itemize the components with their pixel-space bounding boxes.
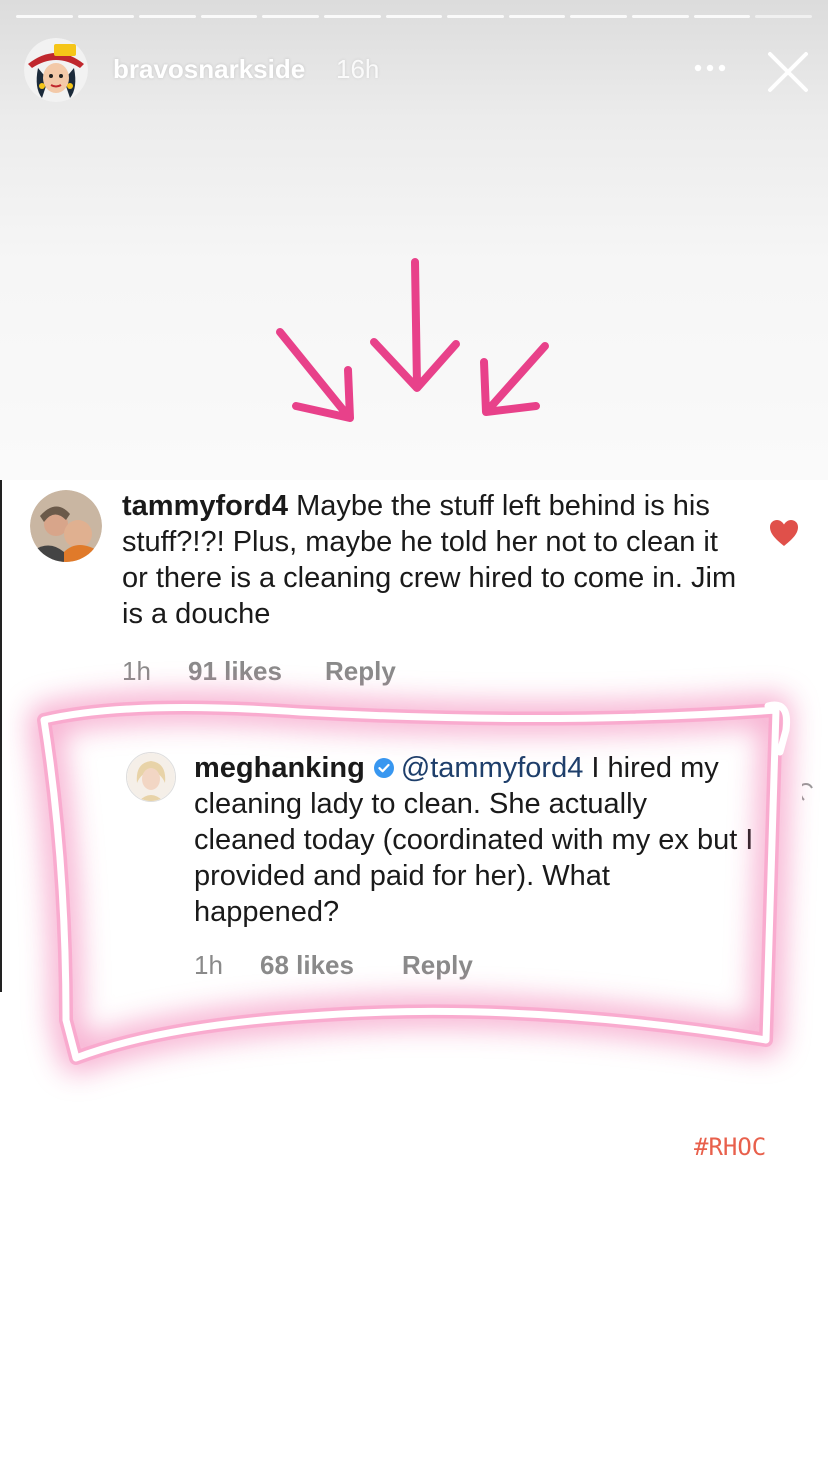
pointing-arrows-drawing	[276, 258, 549, 422]
comment-likes-label: 91 likes	[188, 656, 282, 686]
heart-icon[interactable]	[768, 518, 800, 548]
commenter-avatar[interactable]	[30, 490, 102, 562]
comment-body: tammyford4 Maybe the stuff left behind i…	[122, 488, 742, 632]
more-dots-icon[interactable]	[690, 56, 730, 80]
reply-likes-label: 68 likes	[260, 950, 354, 980]
progress-segment	[200, 15, 258, 18]
progress-segment	[16, 15, 73, 18]
progress-segment	[447, 15, 504, 18]
reply-mention[interactable]: @tammyford4	[401, 752, 584, 784]
comment-time: 1h	[122, 656, 151, 686]
reply-likes[interactable]: 68 likes	[260, 950, 354, 981]
replier-avatar[interactable]	[126, 752, 176, 802]
comment-username[interactable]: tammyford4	[122, 490, 288, 522]
story-username[interactable]: bravosnarkside	[113, 54, 305, 85]
progress-segment	[693, 15, 751, 18]
verified-badge-icon	[373, 752, 395, 778]
arrow-center	[370, 258, 460, 392]
progress-segment	[570, 15, 628, 18]
progress-segment	[262, 15, 320, 18]
progress-segment	[77, 15, 135, 18]
progress-segment	[139, 15, 196, 18]
arrow-right	[480, 342, 549, 416]
reply-body: meghanking @tammyford4 I hired my cleanin…	[194, 750, 754, 930]
reply-username[interactable]: meghanking	[194, 752, 365, 784]
progress-segment	[632, 15, 689, 18]
comment-reply-button[interactable]: Reply	[325, 656, 396, 687]
arrow-left	[276, 328, 354, 422]
hashtag-sticker[interactable]: #RHOC	[686, 1128, 775, 1166]
comment-reply-label: Reply	[325, 656, 396, 686]
reply-time: 1h	[194, 950, 223, 980]
progress-segment	[385, 15, 443, 18]
close-icon[interactable]	[764, 48, 812, 96]
progress-segment	[324, 15, 381, 18]
story-header: bravosnarkside 16h	[0, 36, 828, 104]
progress-segment-current	[755, 15, 812, 18]
story-progress-bar	[16, 15, 812, 19]
comment-screenshot: tammyford4 Maybe the stuff left behind i…	[0, 480, 828, 992]
story-timestamp: 16h	[336, 54, 380, 84]
comment-likes[interactable]: 91 likes	[188, 656, 282, 687]
reply-reply-label: Reply	[402, 950, 473, 980]
cartoon-woman-avatar-icon[interactable]	[24, 38, 88, 102]
reply-reply-button[interactable]: Reply	[402, 950, 473, 981]
progress-segment	[508, 15, 566, 18]
heart-outline-icon[interactable]	[802, 780, 828, 804]
